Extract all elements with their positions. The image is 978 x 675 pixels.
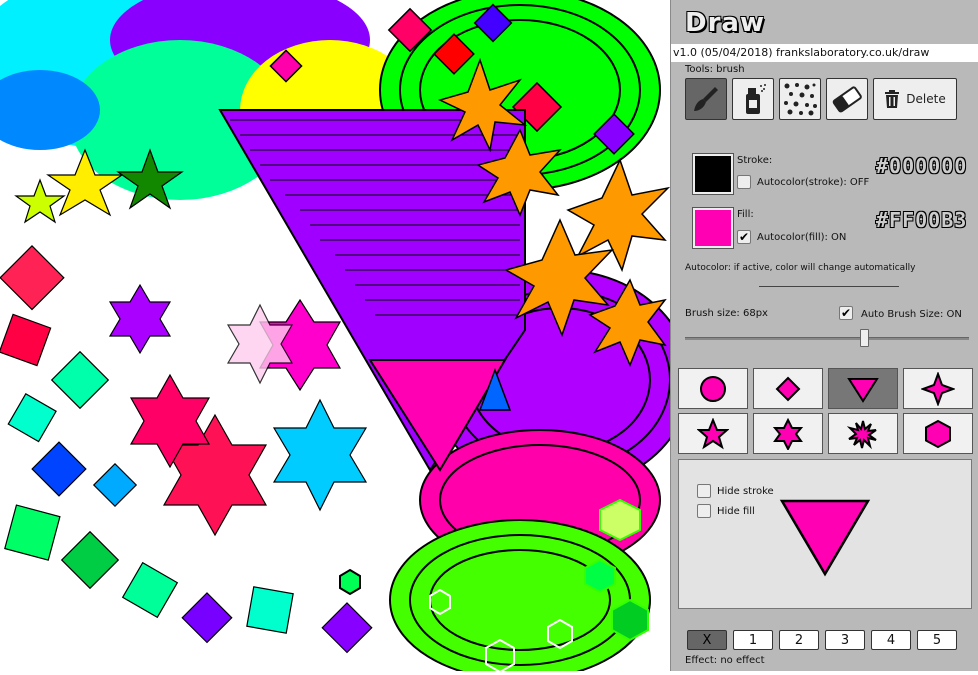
effect-5-button[interactable]: 5 (917, 630, 957, 650)
autocolor-stroke-checkbox[interactable] (737, 175, 751, 189)
effect-none-button[interactable]: X (687, 630, 727, 650)
shape-grid (678, 368, 973, 454)
brush-size-label: Brush size: 68px (685, 308, 768, 319)
triangle-down-icon (847, 377, 879, 403)
auto-brush-size-label: Auto Brush Size: ON (861, 309, 962, 320)
shape-hexagon-button[interactable] (903, 413, 973, 454)
hide-stroke-checkbox[interactable] (697, 484, 711, 498)
delete-label: Delete (906, 92, 946, 106)
artwork (0, 0, 691, 675)
preview-shape (779, 499, 871, 577)
delete-button[interactable]: Delete (873, 78, 957, 120)
effect-1-button[interactable]: 1 (733, 630, 773, 650)
fill-label: Fill: (737, 209, 754, 220)
hide-fill-label: Hide fill (717, 506, 755, 517)
spray-tool-button[interactable] (732, 78, 774, 120)
burst-star-icon (847, 420, 877, 449)
autocolor-note: Autocolor: if active, color will change … (685, 263, 916, 273)
shape-triangle-button[interactable] (828, 368, 898, 409)
trash-icon (885, 90, 900, 108)
eraser-icon (832, 86, 862, 113)
divider (759, 286, 899, 287)
dots-pattern-icon (784, 83, 817, 116)
stroke-color-swatch[interactable] (692, 153, 734, 195)
app-title: Draw (685, 8, 765, 38)
shape-burst-button[interactable] (828, 413, 898, 454)
effect-buttons: X 1 2 3 4 5 (687, 630, 957, 650)
autocolor-stroke-label: Autocolor(stroke): OFF (757, 177, 870, 188)
six-point-star-icon (772, 417, 804, 450)
fill-color-swatch[interactable] (692, 207, 734, 249)
hide-stroke-label: Hide stroke (717, 486, 774, 497)
shape-preview-panel: Hide stroke Hide fill (678, 459, 972, 609)
diamond-icon (775, 376, 801, 401)
effect-status: Effect: no effect (685, 655, 765, 666)
shape-five-point-star-button[interactable] (678, 413, 748, 454)
tool-row: Delete (685, 78, 957, 120)
effect-4-button[interactable]: 4 (871, 630, 911, 650)
stroke-hex-value: #000000 (876, 154, 968, 178)
fill-hex-value: #FF00B3 (876, 208, 968, 232)
drawing-canvas[interactable] (0, 0, 691, 675)
hexagon-icon (925, 419, 951, 448)
version-link[interactable]: v1.0 (05/04/2018) frankslaboratory.co.uk… (671, 44, 978, 62)
shape-diamond-button[interactable] (753, 368, 823, 409)
hide-fill-checkbox[interactable] (697, 504, 711, 518)
shape-circle-button[interactable] (678, 368, 748, 409)
auto-brush-size-checkbox[interactable]: ✔ (839, 306, 853, 320)
autocolor-fill-checkbox[interactable]: ✔ (737, 230, 751, 244)
brush-tool-button[interactable] (685, 78, 727, 120)
control-panel: Draw v1.0 (05/04/2018) frankslaboratory.… (670, 0, 978, 671)
circle-icon (700, 375, 726, 402)
autocolor-fill-label: Autocolor(fill): ON (757, 232, 847, 243)
effect-3-button[interactable]: 3 (825, 630, 865, 650)
brush-size-slider-thumb[interactable] (859, 329, 869, 347)
tools-label: Tools: brush (685, 64, 745, 75)
five-point-star-icon (697, 417, 729, 449)
paintbrush-icon (694, 87, 718, 111)
four-point-star-icon (921, 371, 955, 406)
stroke-label: Stroke: (737, 155, 773, 166)
shape-six-point-star-button[interactable] (753, 413, 823, 454)
effect-2-button[interactable]: 2 (779, 630, 819, 650)
dots-tool-button[interactable] (779, 78, 821, 120)
shape-four-point-star-button[interactable] (903, 368, 973, 409)
spray-can-icon (746, 84, 766, 114)
eraser-tool-button[interactable] (826, 78, 868, 120)
brush-size-slider-track[interactable] (685, 337, 969, 340)
